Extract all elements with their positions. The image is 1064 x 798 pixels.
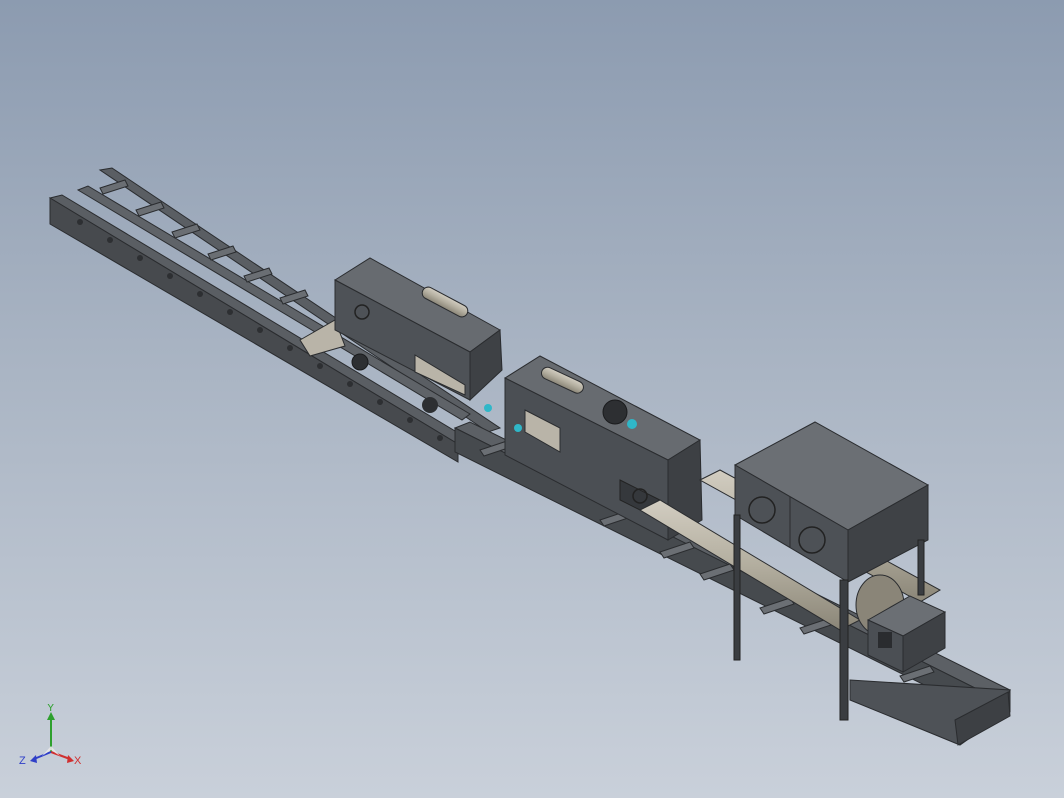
x-axis-line [50,751,71,760]
z-axis-label: Z [19,755,26,767]
x-axis-label: X [74,755,82,767]
z-axis-arrow [30,755,37,763]
x-axis-arrow [67,755,74,763]
y-axis-label: Y [47,704,55,714]
view-triad[interactable]: Y X Z [18,702,88,770]
3d-model-view[interactable] [0,0,1064,798]
cad-viewport[interactable]: Y X Z [0,0,1064,798]
